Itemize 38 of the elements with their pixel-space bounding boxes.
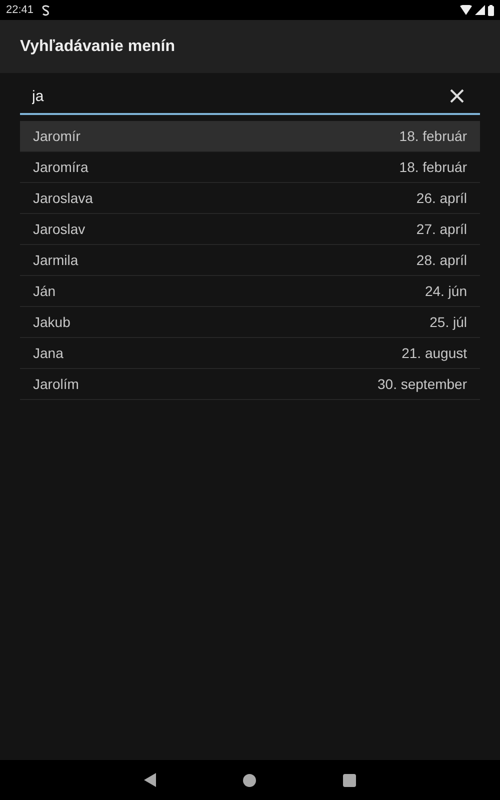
wifi-icon [460,5,472,15]
result-row[interactable]: Jaroslava 26. apríl [20,183,480,214]
result-row[interactable]: Jakub 25. júl [20,307,480,338]
signal-icon [475,5,485,15]
result-row[interactable]: Ján 24. jún [20,276,480,307]
notification-icon [42,4,50,16]
date-text: 28. apríl [416,252,467,268]
close-icon[interactable] [450,89,464,103]
date-text: 21. august [402,345,467,361]
name-text: Jaroslav [33,221,86,237]
date-text: 18. február [399,128,467,144]
date-text: 30. september [378,376,467,392]
name-text: Jana [33,345,64,361]
battery-icon [488,4,494,16]
name-text: Jarmila [33,252,78,268]
recents-icon[interactable] [343,774,356,786]
name-text: Jarolím [33,376,79,392]
name-text: Jaromíra [33,159,88,175]
back-icon[interactable] [144,773,156,787]
app-title: Vyhľadávanie menín [20,38,175,56]
date-text: 27. apríl [416,221,467,237]
result-row[interactable]: Jana 21. august [20,338,480,369]
name-text: Ján [33,283,56,299]
result-row[interactable]: Jarolím 30. september [20,369,480,400]
name-text: Jakub [33,314,70,330]
name-text: Jaroslava [33,190,93,206]
result-row[interactable]: Jaroslav 27. apríl [20,214,480,245]
result-row[interactable]: Jaromíra 18. február [20,152,480,183]
home-icon[interactable] [242,774,256,786]
status-time: 22:41 [6,4,34,16]
search-field[interactable]: ja [20,79,480,115]
date-text: 24. jún [424,283,467,299]
result-row[interactable]: Jarmila 28. apríl [20,245,480,276]
result-row[interactable]: Jaromír 18. február [20,121,480,152]
date-text: 25. júl [430,314,467,330]
date-text: 18. február [399,159,467,175]
date-text: 26. apríl [416,190,467,206]
name-text: Jaromír [33,128,80,144]
